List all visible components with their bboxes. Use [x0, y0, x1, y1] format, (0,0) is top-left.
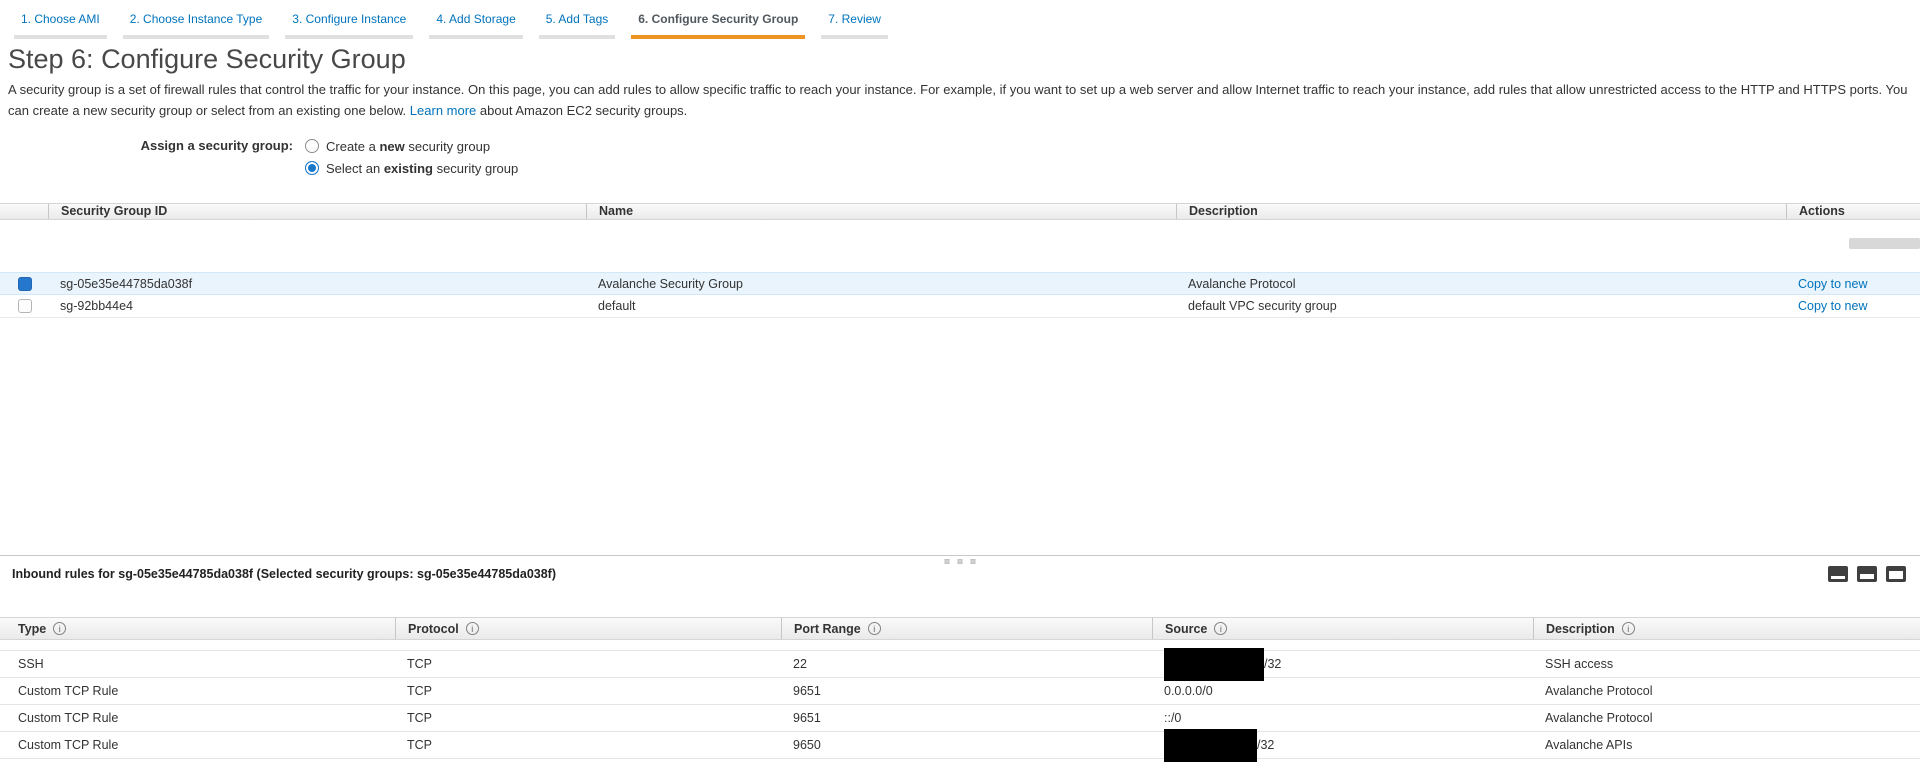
- cell-security-group-id: sg-05e35e44785da038f: [48, 277, 586, 291]
- pane-layout-small-icon[interactable]: [1828, 566, 1848, 582]
- radio-select-existing-icon[interactable]: [305, 161, 319, 175]
- page-title: Step 6: Configure Security Group: [8, 44, 1920, 75]
- security-groups-table: Security Group ID Name Description Actio…: [0, 203, 1920, 318]
- cell-name: default: [586, 299, 1176, 313]
- assign-security-group-label: Assign a security group:: [0, 135, 305, 179]
- scrollbar-thumb[interactable]: [1849, 238, 1920, 249]
- empty-area: [0, 318, 1920, 555]
- header-type: Typei: [0, 618, 395, 639]
- cell-source: ::/0: [1152, 711, 1533, 725]
- info-icon[interactable]: i: [1214, 622, 1227, 635]
- step-description: A security group is a set of firewall ru…: [8, 79, 1912, 121]
- drag-handle-icon[interactable]: [945, 559, 976, 564]
- cell-protocol: TCP: [395, 711, 781, 725]
- redaction-box: [1164, 648, 1264, 681]
- header-security-group-id: Security Group ID: [48, 204, 586, 219]
- pane-layout-medium-icon[interactable]: [1857, 566, 1877, 582]
- info-icon[interactable]: i: [1622, 622, 1635, 635]
- cell-port-range: 22: [781, 657, 1152, 671]
- radio-create-new-label: Create a new security group: [326, 139, 490, 154]
- table-row: Custom TCP Rule TCP 9650 /32 Avalanche A…: [0, 732, 1920, 759]
- copy-to-new-link[interactable]: Copy to new: [1798, 277, 1867, 291]
- tab-review[interactable]: 7. Review: [821, 12, 888, 39]
- radio-select-existing-label: Select an existing security group: [326, 161, 518, 176]
- info-icon[interactable]: i: [466, 622, 479, 635]
- cell-description: default VPC security group: [1176, 299, 1786, 313]
- cell-type: Custom TCP Rule: [0, 711, 395, 725]
- header-protocol: Protocoli: [395, 618, 781, 639]
- cell-source: /32: [1152, 653, 1533, 676]
- info-icon[interactable]: i: [868, 622, 881, 635]
- cell-protocol: TCP: [395, 657, 781, 671]
- cell-type: Custom TCP Rule: [0, 738, 395, 752]
- cell-type: Custom TCP Rule: [0, 684, 395, 698]
- tab-choose-ami[interactable]: 1. Choose AMI: [14, 12, 107, 39]
- header-name: Name: [586, 204, 1176, 219]
- tab-choose-instance-type[interactable]: 2. Choose Instance Type: [123, 12, 270, 39]
- security-groups-table-header: Security Group ID Name Description Actio…: [0, 203, 1920, 220]
- table-row[interactable]: sg-05e35e44785da038f Avalanche Security …: [0, 272, 1920, 295]
- copy-to-new-link[interactable]: Copy to new: [1798, 299, 1867, 313]
- wizard-step-tabs: 1. Choose AMI 2. Choose Instance Type 3. C…: [0, 0, 1920, 39]
- table-row: SSH TCP 22 /32 SSH access: [0, 651, 1920, 678]
- description-text-after: about Amazon EC2 security groups.: [480, 103, 687, 118]
- tab-add-tags[interactable]: 5. Add Tags: [539, 12, 616, 39]
- redaction-box: [1164, 729, 1257, 762]
- tab-configure-instance[interactable]: 3. Configure Instance: [285, 12, 413, 39]
- inbound-table-header: Typei Protocoli Port Rangei Sourcei Desc…: [0, 617, 1920, 640]
- tab-add-storage[interactable]: 4. Add Storage: [429, 12, 522, 39]
- row-checkbox-unchecked-icon[interactable]: [18, 299, 32, 313]
- table-row: Custom TCP Rule TCP 9651 ::/0 Avalanche …: [0, 705, 1920, 732]
- table-scroll-gap: [0, 220, 1920, 272]
- inbound-rules-title: Inbound rules for sg-05e35e44785da038f (…: [12, 567, 556, 581]
- header-port-range: Port Rangei: [781, 618, 1152, 639]
- cell-source: /32: [1152, 734, 1533, 757]
- radio-option-select-existing[interactable]: Select an existing security group: [305, 157, 518, 179]
- radio-create-new-icon[interactable]: [305, 139, 319, 153]
- info-icon[interactable]: i: [53, 622, 66, 635]
- assign-security-group-section: Assign a security group: Create a new se…: [0, 135, 1920, 179]
- pane-layout-large-icon[interactable]: [1886, 566, 1906, 582]
- cell-description: Avalanche APIs: [1533, 738, 1920, 752]
- cell-name: Avalanche Security Group: [586, 277, 1176, 291]
- learn-more-link[interactable]: Learn more: [410, 103, 476, 118]
- header-description: Descriptioni: [1533, 618, 1920, 639]
- cell-description: Avalanche Protocol: [1533, 684, 1920, 698]
- inbound-table-body: SSH TCP 22 /32 SSH access Custom TCP Rul…: [0, 650, 1920, 759]
- cell-description: Avalanche Protocol: [1176, 277, 1786, 291]
- row-checkbox-checked-icon[interactable]: [18, 277, 32, 291]
- cell-protocol: TCP: [395, 684, 781, 698]
- cell-description: SSH access: [1533, 657, 1920, 671]
- cell-type: SSH: [0, 657, 395, 671]
- cell-port-range: 9651: [781, 711, 1152, 725]
- table-row: Custom TCP Rule TCP 9651 0.0.0.0/0 Avala…: [0, 678, 1920, 705]
- table-row[interactable]: sg-92bb44e4 default default VPC security…: [0, 295, 1920, 318]
- radio-option-create-new[interactable]: Create a new security group: [305, 135, 518, 157]
- description-text: A security group is a set of firewall ru…: [8, 82, 1907, 118]
- cell-protocol: TCP: [395, 738, 781, 752]
- cell-description: Avalanche Protocol: [1533, 711, 1920, 725]
- cell-port-range: 9651: [781, 684, 1152, 698]
- cell-port-range: 9650: [781, 738, 1152, 752]
- header-actions: Actions: [1786, 204, 1920, 219]
- header-description: Description: [1176, 204, 1786, 219]
- cell-source: 0.0.0.0/0: [1152, 684, 1533, 698]
- cell-security-group-id: sg-92bb44e4: [48, 299, 586, 313]
- inbound-rules-table: Typei Protocoli Port Rangei Sourcei Desc…: [0, 617, 1920, 759]
- pane-layout-controls: [1828, 566, 1906, 582]
- header-source: Sourcei: [1152, 618, 1533, 639]
- tab-configure-security-group[interactable]: 6. Configure Security Group: [631, 12, 805, 39]
- header-checkbox-col: [0, 204, 48, 219]
- assign-options: Create a new security group Select an ex…: [305, 135, 518, 179]
- pane-divider: [0, 555, 1920, 556]
